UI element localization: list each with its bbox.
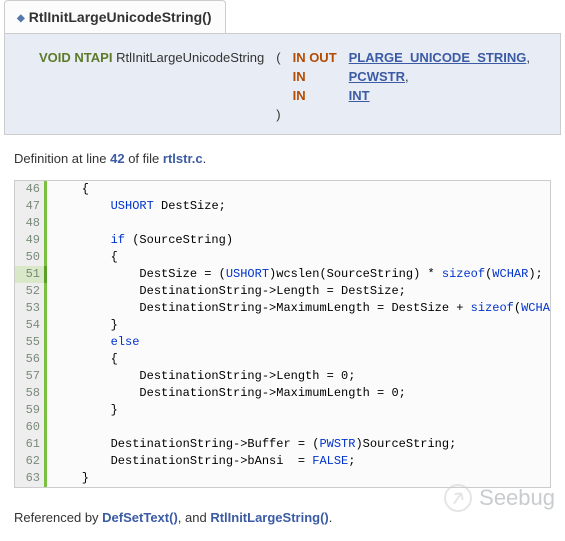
line-number[interactable]: 46	[15, 181, 47, 198]
line-number[interactable]: 52	[15, 283, 47, 300]
line-number[interactable]: 48	[15, 215, 47, 232]
line-number[interactable]: 59	[15, 402, 47, 419]
function-tab[interactable]: ◆ RtlInitLargeUnicodeString()	[4, 0, 226, 33]
line-number[interactable]: 53	[15, 300, 47, 317]
referenced-link[interactable]: RtlInitLargeString()	[210, 510, 328, 525]
code-text: DestinationString->MaximumLength = DestS…	[47, 300, 551, 317]
line-number[interactable]: 57	[15, 368, 47, 385]
code-line: 60	[15, 419, 550, 436]
code-line: 51 DestSize = (USHORT)wcslen(SourceStrin…	[15, 266, 550, 283]
code-line: 61 DestinationString->Buffer = (PWSTR)So…	[15, 436, 550, 453]
code-text: DestinationString->Buffer = (PWSTR)Sourc…	[47, 436, 456, 453]
code-text	[47, 419, 53, 436]
code-text: }	[47, 470, 89, 487]
code-line: 56 {	[15, 351, 550, 368]
code-line: 55 else	[15, 334, 550, 351]
code-line: 57 DestinationString->Length = 0;	[15, 368, 550, 385]
close-paren: )	[270, 105, 286, 124]
code-text: DestinationString->bAnsi = FALSE;	[47, 453, 355, 470]
code-line: 48	[15, 215, 550, 232]
definition-file-link[interactable]: rtlstr.c	[163, 151, 203, 166]
param-trail: ,	[405, 69, 409, 84]
line-number[interactable]: 55	[15, 334, 47, 351]
line-number[interactable]: 54	[15, 317, 47, 334]
definition-line-link[interactable]: 42	[110, 151, 124, 166]
referenced-by-line: Referenced by DefSetText(), and RtlInitL…	[0, 488, 565, 541]
code-line: 46 {	[15, 181, 550, 198]
code-line: 62 DestinationString->bAnsi = FALSE;	[15, 453, 550, 470]
line-number[interactable]: 49	[15, 232, 47, 249]
return-type: VOID	[39, 50, 71, 65]
param-type-link[interactable]: INT	[349, 88, 370, 103]
referenced-prefix: Referenced by	[14, 510, 102, 525]
line-number[interactable]: 58	[15, 385, 47, 402]
line-number[interactable]: 47	[15, 198, 47, 215]
code-text: {	[47, 181, 89, 198]
param-dir: IN	[293, 88, 306, 103]
code-line: 58 DestinationString->MaximumLength = 0;	[15, 385, 550, 402]
signature-table: VOID NTAPI RtlInitLargeUnicodeString ( I…	[33, 48, 536, 124]
line-number[interactable]: 63	[15, 470, 47, 487]
line-number[interactable]: 50	[15, 249, 47, 266]
line-number[interactable]: 51	[15, 266, 47, 283]
referenced-sep: , and	[178, 510, 211, 525]
line-number[interactable]: 62	[15, 453, 47, 470]
referenced-suffix: .	[329, 510, 333, 525]
param-dir: IN	[293, 69, 306, 84]
definition-line: Definition at line 42 of file rtlstr.c.	[0, 135, 565, 176]
param-type-link[interactable]: PCWSTR	[349, 69, 405, 84]
code-text: {	[47, 351, 118, 368]
code-line: 53 DestinationString->MaximumLength = De…	[15, 300, 550, 317]
definition-prefix: Definition at line	[14, 151, 110, 166]
code-text: }	[47, 317, 118, 334]
param-dir: IN OUT	[293, 50, 337, 65]
code-snippet: 46 {47 USHORT DestSize;4849 if (SourceSt…	[14, 180, 551, 488]
diamond-icon: ◆	[17, 13, 25, 24]
code-text: if (SourceString)	[47, 232, 233, 249]
signature-declarator: VOID NTAPI RtlInitLargeUnicodeString	[33, 48, 270, 67]
code-text: DestinationString->Length = 0;	[47, 368, 355, 385]
code-line: 49 if (SourceString)	[15, 232, 550, 249]
code-text: }	[47, 402, 118, 419]
open-paren: (	[270, 48, 286, 67]
definition-mid: of file	[125, 151, 163, 166]
code-text: DestinationString->MaximumLength = 0;	[47, 385, 406, 402]
line-number[interactable]: 61	[15, 436, 47, 453]
code-text: USHORT DestSize;	[47, 198, 226, 215]
code-text: {	[47, 249, 118, 266]
line-number[interactable]: 56	[15, 351, 47, 368]
param-type-link[interactable]: PLARGE_UNICODE_STRING	[349, 50, 527, 65]
code-text: else	[47, 334, 139, 351]
function-name: RtlInitLargeUnicodeString	[116, 50, 264, 65]
code-line: 52 DestinationString->Length = DestSize;	[15, 283, 550, 300]
signature-box: VOID NTAPI RtlInitLargeUnicodeString ( I…	[4, 33, 561, 135]
code-line: 54 }	[15, 317, 550, 334]
referenced-link[interactable]: DefSetText()	[102, 510, 178, 525]
line-number[interactable]: 60	[15, 419, 47, 436]
param-trail: ,	[526, 50, 530, 65]
call-convention: NTAPI	[74, 50, 112, 65]
code-text: DestinationString->Length = DestSize;	[47, 283, 406, 300]
code-line: 63 }	[15, 470, 550, 487]
definition-suffix: .	[203, 151, 207, 166]
code-line: 47 USHORT DestSize;	[15, 198, 550, 215]
code-line: 59 }	[15, 402, 550, 419]
code-line: 50 {	[15, 249, 550, 266]
function-tab-title: RtlInitLargeUnicodeString()	[29, 9, 212, 25]
code-text: DestSize = (USHORT)wcslen(SourceString) …	[47, 266, 543, 283]
code-text	[47, 215, 53, 232]
